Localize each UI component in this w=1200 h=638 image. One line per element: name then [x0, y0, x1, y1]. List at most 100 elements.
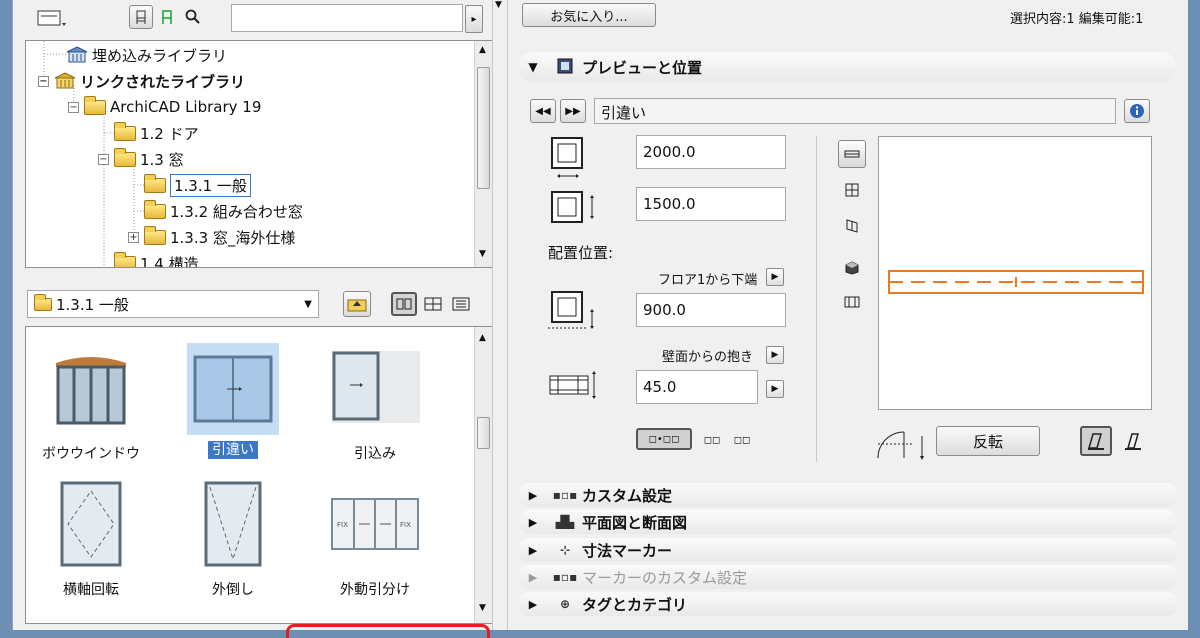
section-preview-position[interactable]: ▼ プレビューと位置: [518, 52, 1176, 82]
tree-scrollbar[interactable]: ▲ ▼: [474, 41, 492, 267]
collapse-icon[interactable]: −: [68, 101, 79, 113]
flip-mode-b-button[interactable]: [1118, 429, 1148, 453]
grid-scrollbar[interactable]: ▲ ▼: [474, 327, 492, 623]
chevron-down-icon: ▼: [304, 298, 312, 310]
tree-scroll-thumb[interactable]: [477, 67, 490, 189]
object-name-field[interactable]: 引違い: [594, 98, 1116, 124]
scroll-down-icon[interactable]: ▼: [479, 603, 486, 613]
tree-item-window-general[interactable]: 1.3.1 一般: [144, 173, 251, 197]
search-input[interactable]: [231, 4, 463, 32]
marker-settings-icon: ▪▫▪: [552, 570, 578, 584]
tree-item-door[interactable]: 1.2 ドア: [114, 121, 199, 145]
folder-icon: [144, 199, 166, 219]
collapsed-triangle-icon: ▶: [528, 488, 538, 502]
list-view-button[interactable]: [449, 292, 473, 316]
flip-button[interactable]: 反転: [936, 426, 1040, 456]
grid-item-pocket-window[interactable]: 引込み: [310, 343, 440, 463]
grid-scroll-thumb[interactable]: [477, 417, 490, 449]
tree-item-window-overseas[interactable]: + 1.3.3 窓_海外仕様: [128, 225, 295, 249]
elevation-view-icon[interactable]: [838, 176, 866, 204]
window-plan-preview: [888, 270, 1144, 294]
door-swing-icon: [874, 422, 932, 466]
wall-reference-dropdown[interactable]: ▶: [766, 346, 784, 364]
wall-flip-icon: [1088, 433, 1104, 450]
tree-item-structure[interactable]: 1.4 構造: [114, 251, 199, 268]
tree-item-combination-window[interactable]: 1.3.2 組み合わせ窓: [144, 199, 303, 223]
grid-item-label: 横軸回転: [63, 582, 119, 598]
grid-item-bow-window[interactable]: ボウウインドウ: [26, 343, 156, 463]
scroll-up-icon[interactable]: ▲: [479, 333, 486, 343]
tree-item-window[interactable]: − 1.3 窓: [98, 147, 184, 171]
expand-icon[interactable]: +: [128, 231, 139, 243]
folder-icon: [114, 121, 136, 141]
sill-height-icon: [548, 290, 598, 338]
search-icon[interactable]: [181, 5, 205, 29]
folder-up-button[interactable]: [343, 291, 371, 317]
section-custom-settings[interactable]: ▶ ▪▫▪ カスタム設定: [518, 483, 1178, 507]
placement-label: 配置位置:: [548, 244, 614, 262]
chair-filter-icon[interactable]: [155, 5, 179, 29]
section-label: プレビューと位置: [582, 58, 703, 77]
folder-icon: [114, 147, 136, 167]
tree-item-label: 1.3 窓: [140, 150, 184, 169]
preview-canvas[interactable]: [878, 136, 1152, 410]
tree-item-archicad-library[interactable]: − ArchiCAD Library 19: [68, 95, 261, 119]
grid-item-sliding-window[interactable]: 引違い: [168, 343, 298, 459]
info-button[interactable]: [1124, 99, 1150, 123]
plan-view-icon[interactable]: [838, 140, 866, 168]
sliding-window-thumbnail: [193, 355, 273, 423]
grid-item-horizontal-pivot[interactable]: 横軸回転: [26, 479, 156, 599]
collapsed-triangle-icon: ▶: [528, 515, 538, 529]
outward-tilt-thumbnail: [204, 481, 262, 567]
outward-split-sliding-thumbnail: FIX FIX: [331, 498, 419, 550]
folder-icon: [144, 225, 166, 245]
object-filter-icon[interactable]: [129, 5, 153, 29]
height-input[interactable]: 1500.0: [636, 187, 786, 221]
folder-select-value: 1.3.1 一般: [56, 295, 129, 314]
reveal-depth-input[interactable]: 45.0: [636, 370, 758, 404]
tree-item-linked-library[interactable]: − リンクされたライブラリ: [38, 69, 245, 93]
library-browser-panel: ▸ 埋め込みライブラリ − リンクされたライブラリ − ArchiCAD Lib…: [12, 0, 493, 630]
anchor-left-button[interactable]: ◻◻: [700, 428, 724, 452]
previous-object-button[interactable]: ◀◀: [530, 99, 556, 123]
small-icons-view-button[interactable]: [421, 292, 445, 316]
tree-item-embedded-library[interactable]: 埋め込みライブラリ: [66, 43, 227, 67]
chevron-down-icon: ▼: [495, 0, 502, 10]
horizontal-pivot-thumbnail: [60, 481, 122, 567]
width-input[interactable]: 2000.0: [636, 135, 786, 169]
object-grid: ボウウインドウ 引違い 引込み 横軸回転 外倒し FIX FIX 外動引分け ▲…: [25, 326, 493, 624]
section-tags-categories[interactable]: ▶ ⊕ タグとカテゴリ: [518, 592, 1178, 616]
grid-item-outward-split-sliding[interactable]: FIX FIX 外動引分け: [310, 479, 440, 599]
floor-reference-dropdown[interactable]: ▶: [766, 268, 784, 286]
folder-up-icon: [347, 299, 367, 312]
plan-section-icon: ▟▙: [555, 515, 575, 529]
large-icons-view-button[interactable]: [391, 292, 417, 316]
preview-section-icon: [548, 56, 582, 79]
collapse-icon[interactable]: −: [38, 75, 49, 87]
scroll-down-icon[interactable]: ▼: [479, 249, 486, 259]
next-object-button[interactable]: ▶▶: [560, 99, 586, 123]
section-plan-and-section[interactable]: ▶ ▟▙ 平面図と断面図: [518, 510, 1178, 534]
collapse-icon[interactable]: −: [98, 153, 109, 165]
expanded-triangle-icon: ▼: [528, 60, 538, 74]
favorites-button[interactable]: お気に入り...: [522, 3, 656, 27]
section-view-icon[interactable]: [838, 288, 866, 316]
reveal-options-button[interactable]: ▶: [766, 380, 784, 398]
side-view-icon[interactable]: [838, 212, 866, 240]
tree-item-label: 1.2 ドア: [140, 124, 199, 143]
view-mode-icon[interactable]: [35, 6, 69, 30]
scroll-up-icon[interactable]: ▲: [479, 45, 486, 55]
flip-mode-a-button[interactable]: [1080, 426, 1112, 456]
folder-select[interactable]: 1.3.1 一般 ▼: [27, 290, 319, 318]
anchor-center-button[interactable]: ◻•◻◻: [636, 428, 692, 450]
3d-view-icon[interactable]: [838, 254, 866, 282]
sill-height-input[interactable]: 900.0: [636, 293, 786, 327]
search-go-button[interactable]: ▸: [465, 5, 483, 33]
collapsed-triangle-icon: ▶: [528, 597, 538, 611]
panel-divider[interactable]: ▼: [492, 0, 508, 630]
grid-item-outward-tilt[interactable]: 外倒し: [168, 479, 298, 599]
section-dimension-marker[interactable]: ▶ ⊹ 寸法マーカー: [518, 538, 1178, 562]
anchor-right-button[interactable]: ◻◻: [730, 428, 754, 452]
tree-item-label: 1.4 構造: [140, 254, 199, 268]
selection-status: 選択内容:1 編集可能:1: [1010, 12, 1144, 27]
